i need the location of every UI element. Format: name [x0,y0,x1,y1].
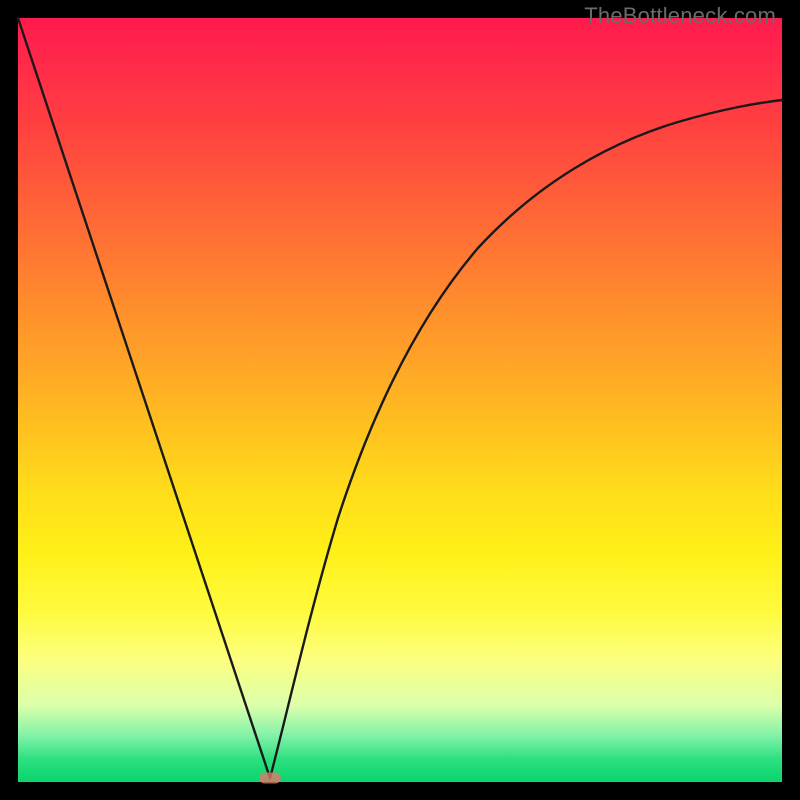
outer-frame: TheBottleneck.com [0,0,800,800]
plot-area [18,18,782,782]
optimal-marker [259,773,281,784]
bottleneck-curve [18,18,782,782]
watermark-text: TheBottleneck.com [584,3,776,29]
